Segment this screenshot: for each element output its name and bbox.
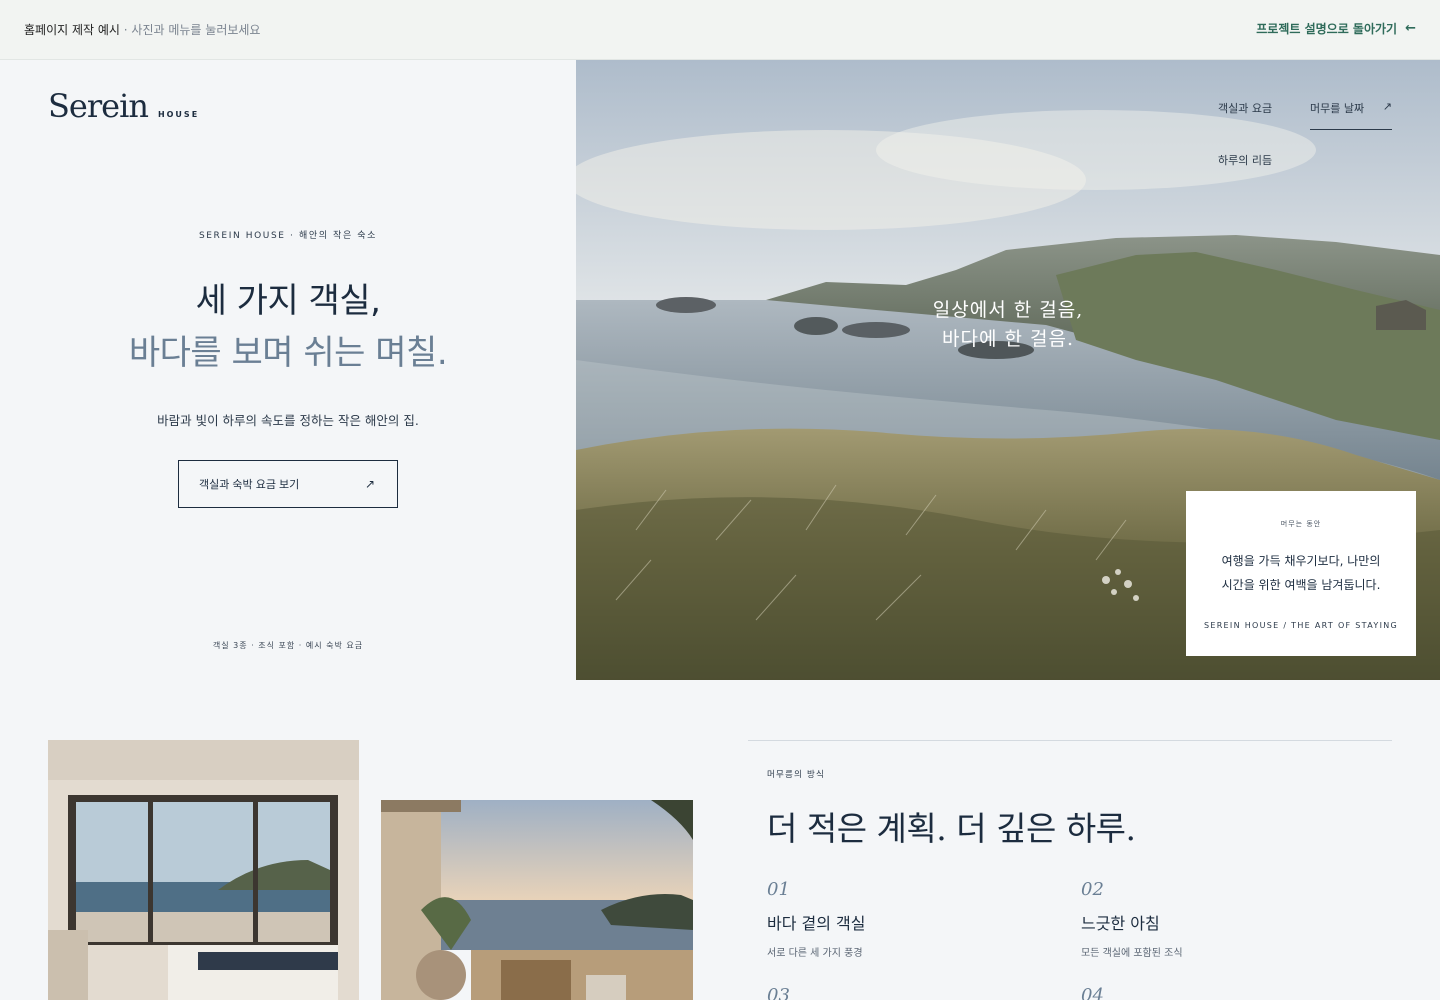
- demo-hint: 사진과 메뉴를 눌러보세요: [131, 23, 261, 37]
- feature-title: 느긋한 아침: [1081, 914, 1160, 933]
- view-rooms-button[interactable]: 객실과 숙박 요금 보기 ↗: [178, 460, 398, 508]
- demo-title: 홈페이지 제작 예시: [24, 23, 120, 37]
- nav-item-rhythm[interactable]: 하루의 리듬: [1218, 152, 1272, 168]
- nav-item-dates[interactable]: 머무를 날짜 ↗: [1310, 100, 1392, 130]
- feature-number: 02: [1081, 879, 1104, 900]
- card-body: 여행을 가득 채우기보다, 나만의 시간을 위한 여백을 남겨둡니다.: [1186, 549, 1416, 597]
- feature-number: 04: [1081, 985, 1104, 1000]
- demo-caption: 홈페이지 제작 예시 · 사진과 메뉴를 눌러보세요: [24, 21, 260, 38]
- hero-footnote: 객실 3종 · 조식 포함 · 예시 숙박 요금: [212, 641, 364, 650]
- back-link-label: 프로젝트 설명으로 돌아가기: [1256, 22, 1398, 36]
- terrace-sea-view-image: [381, 800, 693, 1000]
- feature-number: 03: [767, 985, 790, 1000]
- section-divider: [748, 740, 1392, 741]
- hero-headline-line1: 세 가지 객실,: [195, 281, 381, 321]
- image-overlay-text: 일상에서 한 걸음, 바다에 한 걸음.: [876, 296, 1140, 354]
- card-body-line1: 여행을 가득 채우기보다, 나만의: [1221, 554, 1381, 568]
- feature-item: 03: [767, 985, 790, 1000]
- hero-eyebrow: SEREIN HOUSE · 해안의 작은 숙소: [198, 231, 378, 241]
- feature-desc: 모든 객실에 포함된 조식: [1081, 948, 1183, 959]
- quote-card: 머무는 동안 여행을 가득 채우기보다, 나만의 시간을 위한 여백을 남겨둡니…: [1186, 491, 1416, 656]
- feature-item: 04: [1081, 985, 1104, 1000]
- feature-desc: 서로 다른 세 가지 풍경: [767, 948, 863, 959]
- section-title: 더 적은 계획. 더 깊은 하루.: [767, 809, 1136, 848]
- arrow-up-right-icon: ↗: [364, 477, 375, 491]
- terrace-photo[interactable]: [381, 800, 693, 1000]
- room-interior-photo[interactable]: [48, 740, 359, 1000]
- overlay-line1: 일상에서 한 걸음,: [932, 299, 1084, 321]
- card-signature: SEREIN HOUSE / THE ART OF STAYING: [1203, 621, 1399, 630]
- caption-separator: ·: [119, 23, 132, 37]
- back-to-project-link[interactable]: 프로젝트 설명으로 돌아가기 ←: [1256, 20, 1416, 37]
- hero-headline-line2: 바다를 보며 쉬는 며칠.: [128, 333, 448, 373]
- brand-name: Serein: [48, 87, 149, 125]
- hero-coast-image[interactable]: 객실과 요금 머무를 날짜 ↗ 하루의 리듬 일상에서 한 걸음, 바다에 한 …: [576, 60, 1440, 680]
- arrow-left-icon: ←: [1405, 21, 1416, 36]
- brand-sub: HOUSE: [157, 110, 200, 119]
- feature-item: 01 바다 곁의 객실 서로 다른 세 가지 풍경: [767, 879, 866, 959]
- demo-topbar: 홈페이지 제작 예시 · 사진과 메뉴를 눌러보세요 프로젝트 설명으로 돌아가…: [0, 0, 1440, 60]
- nav-item-rooms[interactable]: 객실과 요금: [1218, 100, 1272, 116]
- section-eyebrow: 머무름의 방식: [767, 770, 826, 780]
- feature-title: 바다 곁의 객실: [767, 914, 866, 933]
- bedroom-sea-view-image: [48, 740, 359, 1000]
- brand-logo[interactable]: Serein HOUSE: [48, 87, 199, 125]
- card-eyebrow: 머무는 동안: [1280, 520, 1322, 528]
- hero-left-panel: Serein HOUSE SEREIN HOUSE · 해안의 작은 숙소 세 …: [0, 60, 576, 680]
- feature-item: 02 느긋한 아침 모든 객실에 포함된 조식: [1081, 879, 1183, 959]
- overlay-line2: 바다에 한 걸음.: [942, 328, 1074, 350]
- cta-label: 객실과 숙박 요금 보기: [199, 479, 300, 491]
- card-body-line2: 시간을 위한 여백을 남겨둡니다.: [1221, 578, 1381, 592]
- hero-subcopy: 바람과 빛이 하루의 속도를 정하는 작은 해안의 집.: [157, 413, 419, 428]
- nav-item-dates-label: 머무를 날짜: [1310, 102, 1365, 115]
- arrow-up-right-icon: ↗: [1382, 100, 1392, 113]
- feature-number: 01: [767, 879, 790, 900]
